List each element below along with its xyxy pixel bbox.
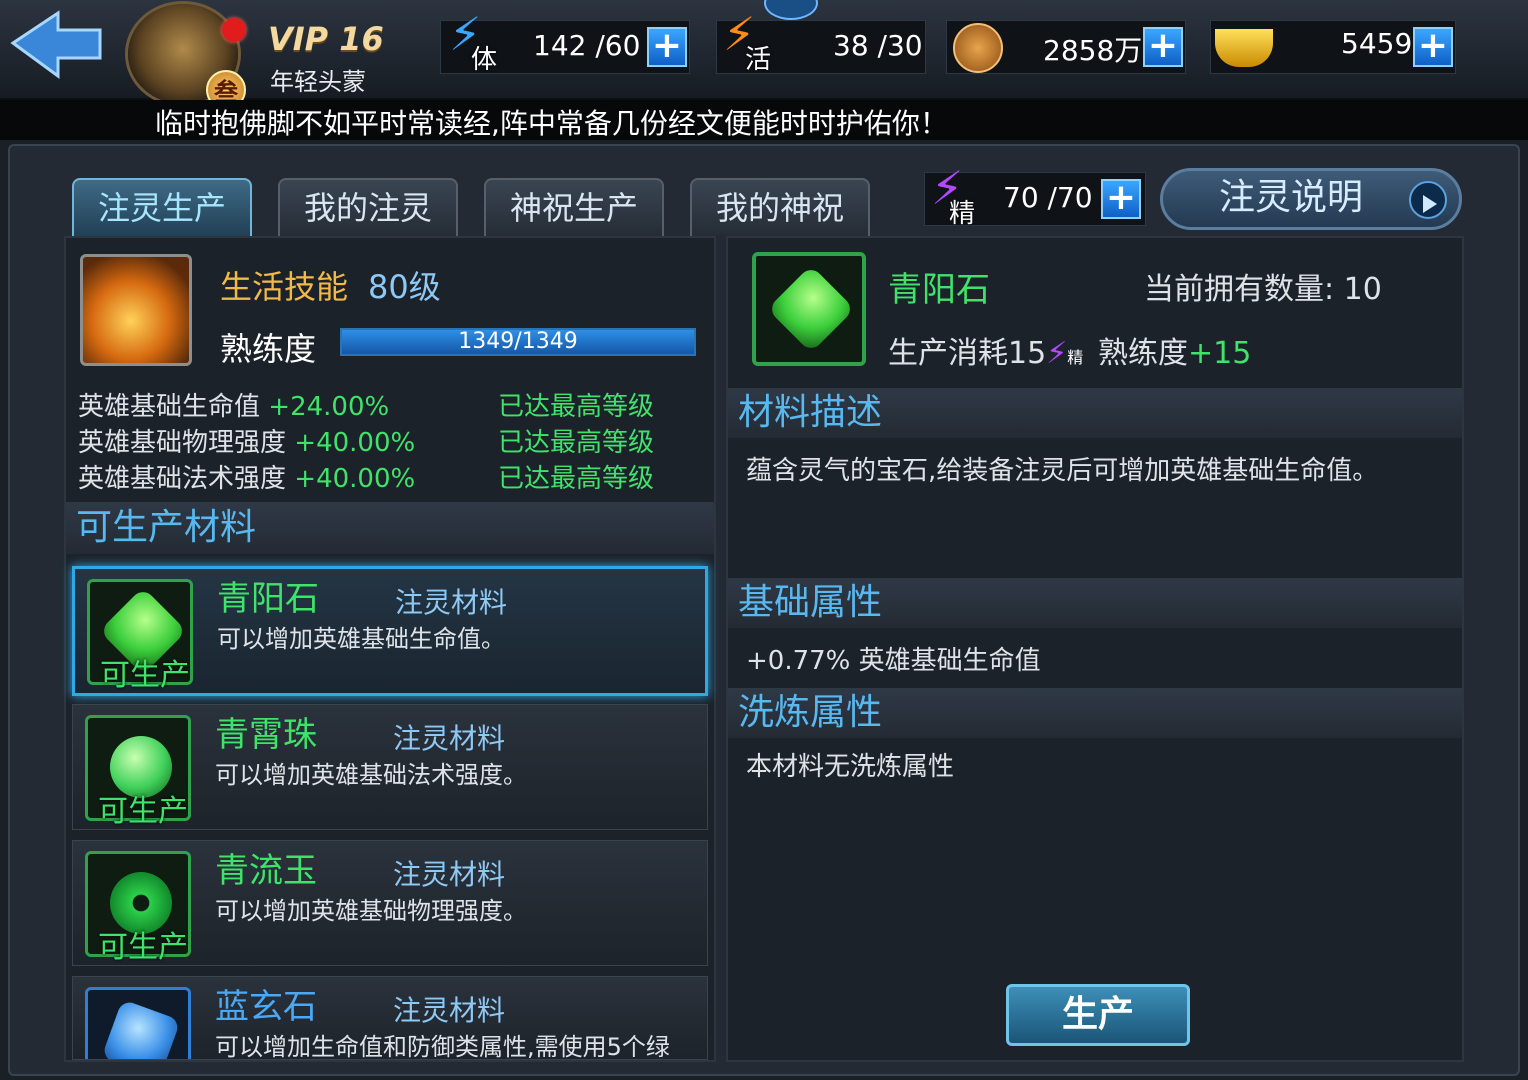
stamina-counter: ⚡ 体 142 /60 +	[440, 11, 690, 75]
green-pearl-icon: 可生产	[85, 715, 191, 829]
stat-row: 英雄基础生命值 +24.00%	[78, 386, 389, 423]
base-attr-section-title: 基础属性	[728, 578, 1462, 628]
green-jade-icon: 可生产	[85, 851, 191, 965]
gem-shape	[767, 265, 855, 353]
activity-tag: 活	[745, 45, 772, 75]
essence-value: 70 /70	[1003, 181, 1093, 214]
material-desc: 可以增加生命值和防御类属性,需使用5个绿	[215, 1033, 670, 1060]
producible-section-title: 可生产材料	[66, 502, 714, 554]
proficiency-label: 熟练度	[220, 330, 317, 368]
gem-shape	[101, 999, 181, 1059]
prof-gain-label: 熟练度	[1098, 336, 1188, 371]
material-item-qingliu[interactable]: 可生产 青流玉 注灵材料 可以增加英雄基础物理强度。	[72, 840, 708, 966]
back-arrow-icon[interactable]	[8, 8, 108, 88]
production-cost: 生产消耗15⚡精	[888, 328, 1083, 372]
prof-gain-value: +15	[1188, 336, 1252, 371]
desc-section-title: 材料描述	[728, 388, 1462, 438]
essence-add-button[interactable]: +	[1101, 179, 1141, 219]
vip-level: VIP 16	[268, 20, 384, 58]
gold-value: 2858万	[1043, 34, 1143, 67]
material-category: 注灵材料	[393, 722, 506, 755]
material-category: 注灵材料	[395, 586, 508, 619]
tab-blessing-production[interactable]: 神祝生产	[484, 178, 664, 236]
proficiency-gain: 熟练度+15	[1098, 328, 1251, 372]
activity-value: 38 /30	[833, 29, 923, 62]
notification-dot	[222, 18, 246, 42]
play-arrow-icon	[1409, 181, 1447, 219]
material-category: 注灵材料	[393, 994, 506, 1027]
ingot-add-button[interactable]: +	[1413, 27, 1453, 67]
producible-label: 可生产	[98, 930, 188, 965]
refine-attribute: 本材料无洗炼属性	[746, 752, 955, 782]
essence-small-icon: ⚡	[1046, 336, 1068, 371]
stat-bonus: +40.00%	[294, 428, 416, 458]
life-skill-icon	[80, 254, 192, 366]
essence-tag: 精	[949, 199, 976, 229]
tab-my-infuse[interactable]: 我的注灵	[278, 178, 458, 236]
stamina-tag: 体	[471, 45, 498, 75]
refine-attr-section-title: 洗炼属性	[728, 688, 1462, 738]
base-attribute: +0.77% 英雄基础生命值	[746, 646, 1041, 676]
stat-state: 已达最高等级	[498, 392, 655, 422]
material-desc: 可以增加英雄基础法术强度。	[215, 761, 527, 789]
stat-row: 英雄基础物理强度 +40.00%	[78, 422, 415, 459]
infuse-explain-button[interactable]: 注灵说明	[1160, 168, 1462, 230]
producible-label: 可生产	[98, 794, 188, 829]
proficiency-bar: 1349/1349	[340, 328, 696, 356]
stamina-value: 142 /60	[533, 29, 641, 62]
produce-button[interactable]: 生产	[1006, 984, 1190, 1046]
ingot-value: 5459	[1341, 27, 1413, 60]
stat-state: 已达最高等级	[498, 464, 655, 494]
skill-level: 80级	[368, 268, 441, 306]
material-item-qingxiao[interactable]: 可生产 青霄珠 注灵材料 可以增加英雄基础法术强度。	[72, 704, 708, 830]
stamina-add-button[interactable]: +	[647, 27, 687, 67]
material-name: 青阳石	[217, 579, 319, 619]
material-desc: 可以增加英雄基础物理强度。	[215, 897, 527, 925]
explain-button-label: 注灵说明	[1218, 177, 1363, 218]
material-item-lanxuan[interactable]: 蓝玄石 注灵材料 可以增加生命值和防御类属性,需使用5个绿	[72, 976, 708, 1060]
material-desc: 可以增加英雄基础生命值。	[217, 625, 505, 653]
gold-add-button[interactable]: +	[1143, 27, 1183, 67]
announcement-text: 临时抱佛脚不如平时常读经,阵中常备几份经文便能时时护佑你！	[155, 107, 948, 140]
green-gem-icon: 可生产	[87, 579, 193, 693]
stat-state: 已达最高等级	[498, 428, 655, 458]
material-name: 青流玉	[215, 851, 317, 891]
tab-my-blessing[interactable]: 我的神祝	[690, 178, 870, 236]
stat-bonus: +24.00%	[268, 392, 390, 422]
skill-title: 生活技能	[220, 268, 349, 306]
essence-counter: ⚡ 精 70 /70 +	[924, 165, 1146, 229]
gold-counter: 2858万 +	[946, 20, 1186, 74]
stat-name: 英雄基础物理强度	[78, 428, 287, 458]
player-title: 年轻头蒙	[270, 68, 366, 96]
blue-stone-icon	[85, 987, 191, 1059]
coin-icon	[953, 23, 1003, 73]
cost-text: 生产消耗15	[888, 336, 1047, 371]
material-category: 注灵材料	[393, 858, 506, 891]
activity-counter: ⚡ 活 38 /30	[716, 11, 926, 75]
producible-label: 可生产	[100, 658, 190, 693]
detail-material-name: 青阳石	[888, 270, 990, 310]
tab-infuse-production[interactable]: 注灵生产	[72, 178, 252, 236]
selected-green-gem-icon	[752, 252, 866, 366]
material-name: 蓝玄石	[215, 987, 317, 1027]
owned-count: 当前拥有数量: 10	[1144, 272, 1382, 307]
proficiency-text: 1349/1349	[458, 329, 578, 354]
gold-ingot-icon	[1215, 29, 1273, 67]
material-name: 青霄珠	[215, 715, 317, 755]
stat-name: 英雄基础法术强度	[78, 464, 287, 494]
ingot-counter: 5459 +	[1210, 20, 1456, 74]
material-description: 蕴含灵气的宝石,给装备注灵后可增加英雄基础生命值。	[746, 456, 1379, 486]
stat-bonus: +40.00%	[294, 464, 416, 494]
cost-tag: 精	[1067, 348, 1084, 367]
stat-row: 英雄基础法术强度 +40.00%	[78, 458, 415, 495]
material-item-qingyang[interactable]: 可生产 青阳石 注灵材料 可以增加英雄基础生命值。	[72, 566, 708, 696]
stat-name: 英雄基础生命值	[78, 392, 261, 422]
